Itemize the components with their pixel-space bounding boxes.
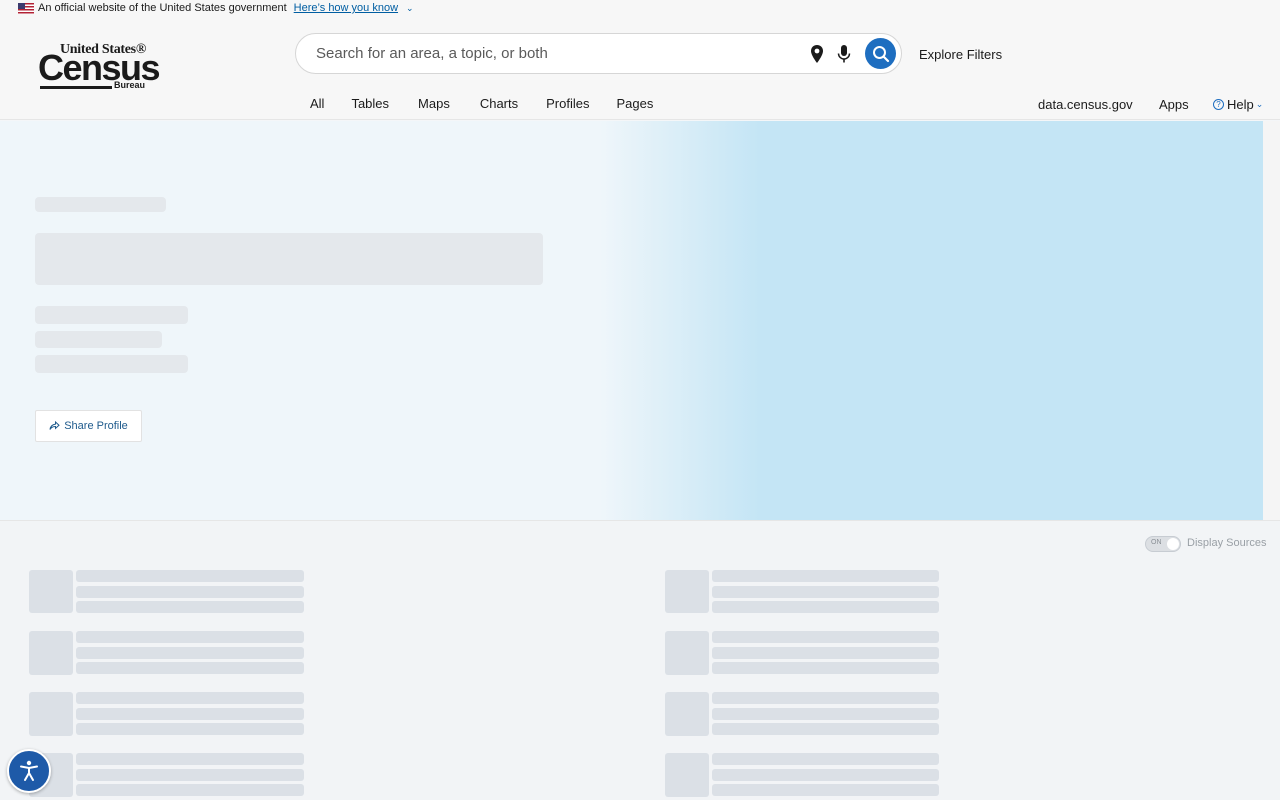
data-census-gov-link[interactable]: data.census.gov <box>1038 97 1133 112</box>
placeholder-line <box>712 723 939 735</box>
placeholder-line <box>76 662 304 674</box>
share-icon <box>49 421 60 430</box>
placeholder-thumb <box>665 570 709 613</box>
placeholder-line <box>76 570 304 582</box>
skeleton-title <box>35 233 543 285</box>
placeholder-line <box>712 631 939 643</box>
placeholder-line <box>712 586 939 598</box>
placeholder-line <box>76 692 304 704</box>
tab-profiles[interactable]: Profiles <box>546 96 589 111</box>
placeholder-line <box>76 601 304 613</box>
display-sources-label: Display Sources <box>1187 537 1267 549</box>
explore-filters-link[interactable]: Explore Filters <box>919 47 1002 62</box>
search-icon <box>872 45 889 62</box>
gov-banner: An official website of the United States… <box>0 0 1280 16</box>
microphone-icon[interactable] <box>837 45 851 63</box>
apps-link[interactable]: Apps <box>1159 97 1189 112</box>
placeholder-line <box>712 769 939 781</box>
placeholder-line <box>76 647 304 659</box>
placeholder-line <box>712 570 939 582</box>
tab-all[interactable]: All <box>310 96 324 111</box>
heres-how-you-know-link[interactable]: Here’s how you know <box>294 2 398 14</box>
share-profile-label: Share Profile <box>64 420 128 432</box>
share-profile-button[interactable]: Share Profile <box>35 410 142 442</box>
logo-line-3: Bureau <box>114 80 146 90</box>
placeholder-line <box>712 662 939 674</box>
placeholder-line <box>76 631 304 643</box>
placeholder-line <box>712 784 939 796</box>
gov-banner-text: An official website of the United States… <box>38 2 287 14</box>
placeholder-line <box>76 784 304 796</box>
scrollbar-gutter <box>1263 121 1280 520</box>
placeholder-thumb <box>665 631 709 675</box>
tab-maps[interactable]: Maps <box>418 96 450 111</box>
profile-content: ON Display Sources <box>0 520 1280 800</box>
placeholder-line <box>712 753 939 765</box>
tab-tables[interactable]: Tables <box>351 96 389 111</box>
search-button[interactable] <box>865 38 896 69</box>
skeleton-line <box>35 331 162 348</box>
location-pin-icon[interactable] <box>810 45 824 63</box>
placeholder-thumb <box>665 753 709 797</box>
search-input[interactable] <box>316 45 796 62</box>
placeholder-line <box>76 708 304 720</box>
accessibility-icon <box>20 760 38 781</box>
search-type-tabs: All Tables Maps Charts Profiles Pages <box>310 96 653 111</box>
placeholder-line <box>76 723 304 735</box>
search-bar <box>295 33 902 74</box>
census-logo[interactable]: United States® Census Bureau <box>38 42 161 92</box>
placeholder-line <box>712 708 939 720</box>
tab-pages[interactable]: Pages <box>616 96 653 111</box>
logo-bar <box>40 86 112 89</box>
site-header: United States® Census Bureau Explore Fil… <box>0 16 1280 120</box>
chevron-down-icon: ⌄ <box>1255 99 1264 109</box>
accessibility-button[interactable] <box>7 749 51 793</box>
toggle-state-label: ON <box>1151 539 1162 546</box>
placeholder-line <box>76 753 304 765</box>
placeholder-thumb <box>29 570 73 613</box>
skeleton-line <box>35 306 188 324</box>
us-flag-icon <box>18 2 34 14</box>
placeholder-line <box>76 769 304 781</box>
skeleton-line <box>35 355 188 373</box>
placeholder-thumb <box>29 631 73 675</box>
question-circle-icon: ? <box>1213 99 1224 110</box>
placeholder-thumb <box>29 692 73 736</box>
profile-hero: Share Profile <box>0 121 1263 520</box>
help-menu[interactable]: ? Help ⌄ <box>1213 97 1263 112</box>
placeholder-thumb <box>665 692 709 736</box>
toggle-knob <box>1167 538 1179 550</box>
placeholder-line <box>712 647 939 659</box>
chevron-down-icon[interactable]: ⌄ <box>406 3 414 14</box>
placeholder-line <box>712 692 939 704</box>
tab-charts[interactable]: Charts <box>480 96 518 111</box>
placeholder-line <box>712 601 939 613</box>
skeleton-eyebrow <box>35 197 166 212</box>
placeholder-line <box>76 586 304 598</box>
help-label: Help <box>1227 97 1254 112</box>
display-sources-toggle[interactable]: ON <box>1145 536 1181 552</box>
